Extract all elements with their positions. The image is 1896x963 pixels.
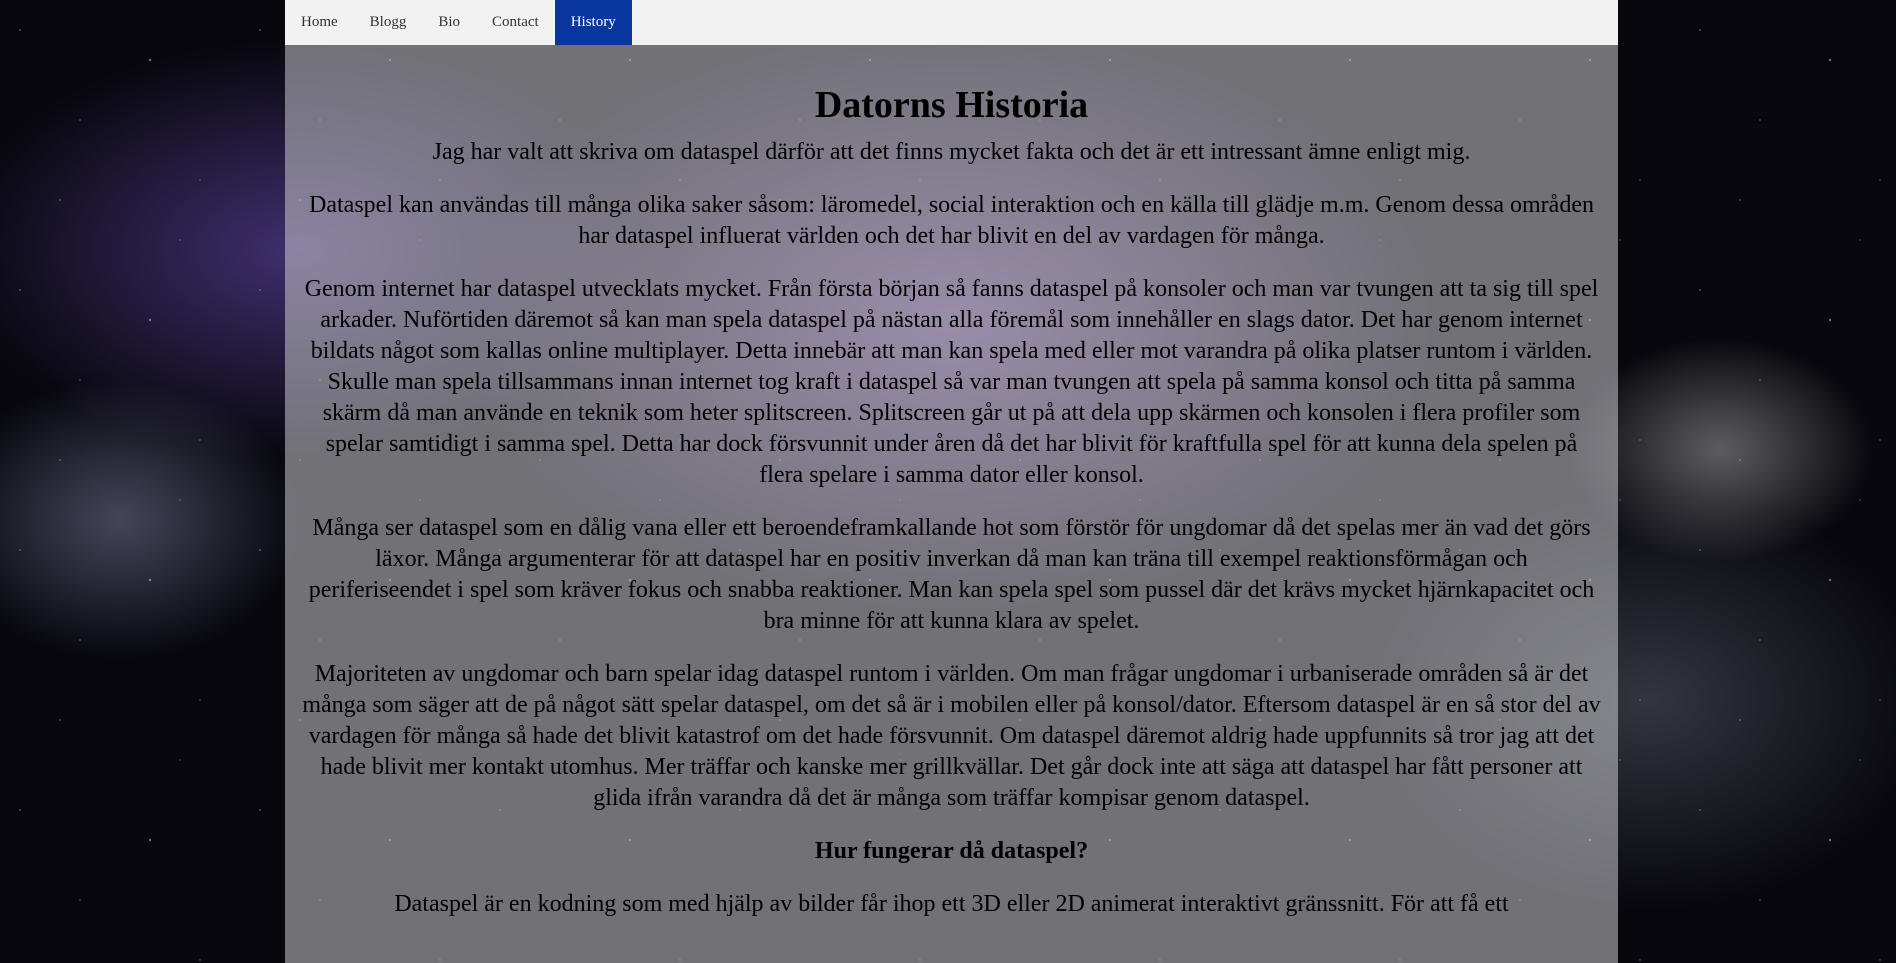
paragraph-internet: Genom internet har dataspel utvecklats m… — [304, 275, 1599, 488]
nav-history[interactable]: History — [554, 0, 632, 45]
nav-contact[interactable]: Contact — [476, 0, 555, 45]
nav-bio[interactable]: Bio — [422, 0, 476, 45]
page-container: Home Blogg Bio Contact History Datorns H… — [285, 0, 1618, 963]
paragraph-how-it-works: Dataspel är en kodning som med hjälp av … — [394, 890, 1509, 917]
paragraph-uses: Dataspel kan användas till många olika s… — [309, 191, 1594, 249]
paragraph-youth: Majoriteten av ungdomar och barn spelar … — [302, 660, 1601, 811]
paragraph-opinions: Många ser dataspel som en dålig vana ell… — [308, 514, 1595, 634]
main-content: Datorns Historia Jag har valt att skriva… — [285, 45, 1618, 920]
nav-blogg[interactable]: Blogg — [354, 0, 423, 45]
nav-home[interactable]: Home — [285, 0, 354, 45]
paragraph-intro: Jag har valt att skriva om dataspel därf… — [432, 138, 1471, 165]
page-title: Datorns Historia — [814, 84, 1089, 126]
section-heading: Hur fungerar då dataspel? — [814, 837, 1089, 864]
top-navigation: Home Blogg Bio Contact History — [285, 0, 1618, 45]
